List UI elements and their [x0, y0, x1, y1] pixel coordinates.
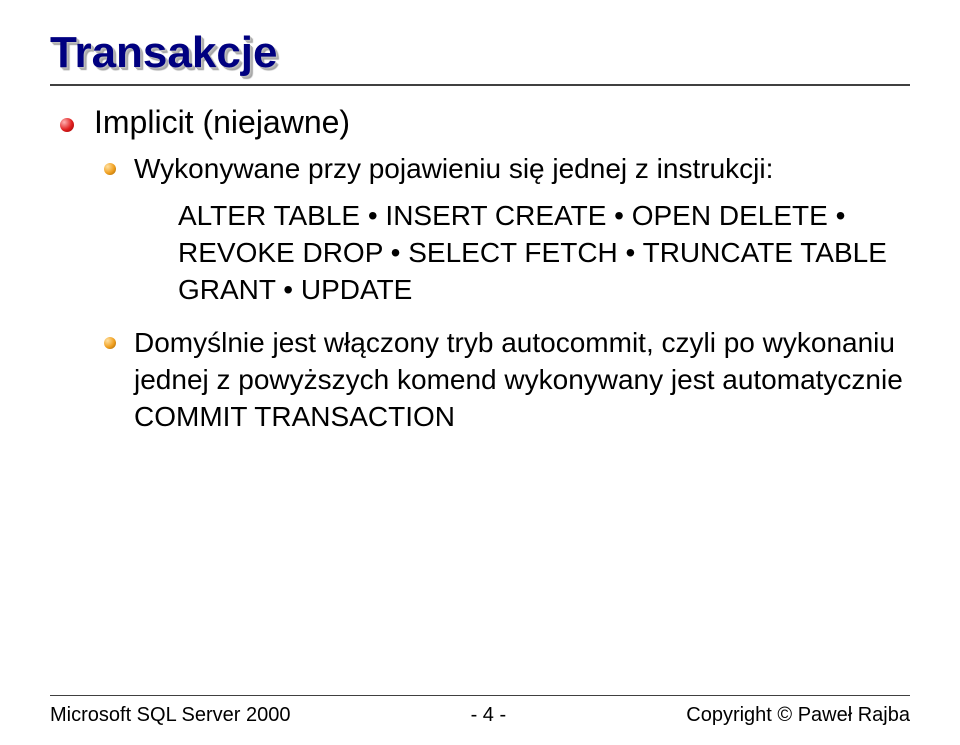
footer-copyright: Copyright © Paweł Rajba [686, 704, 910, 727]
disc-bullet-icon [60, 118, 74, 132]
disc-bullet-icon [104, 163, 116, 175]
slide-footer: Microsoft SQL Server 2000 - 4 - Copyrigh… [0, 695, 960, 727]
bullet-text: Implicit (niejawne) [94, 104, 350, 141]
bullet-level-3: ALTER TABLE • INSERT CREATE • OPEN DELET… [178, 198, 910, 309]
bullet-level-2: Domyślnie jest włączony tryb autocommit,… [104, 325, 910, 436]
bullet-text: Domyślnie jest włączony tryb autocommit,… [134, 325, 910, 436]
slide-content: Implicit (niejawne) Wykonywane przy poja… [50, 104, 910, 436]
title-underline [50, 84, 910, 86]
footer-divider [50, 695, 910, 696]
footer-page-number: - 4 - [290, 704, 686, 727]
bullet-level-2: Wykonywane przy pojawieniu się jednej z … [104, 151, 910, 188]
bullet-level-1: Implicit (niejawne) [60, 104, 910, 141]
slide: Transakcje Implicit (niejawne) Wykonywan… [0, 0, 960, 745]
bullet-text: Wykonywane przy pojawieniu się jednej z … [134, 151, 773, 188]
bullet-text: ALTER TABLE • INSERT CREATE • OPEN DELET… [178, 200, 887, 305]
footer-row: Microsoft SQL Server 2000 - 4 - Copyrigh… [50, 704, 910, 727]
disc-bullet-icon [104, 337, 116, 349]
footer-left-text: Microsoft SQL Server 2000 [50, 704, 290, 727]
slide-title: Transakcje [50, 28, 910, 78]
